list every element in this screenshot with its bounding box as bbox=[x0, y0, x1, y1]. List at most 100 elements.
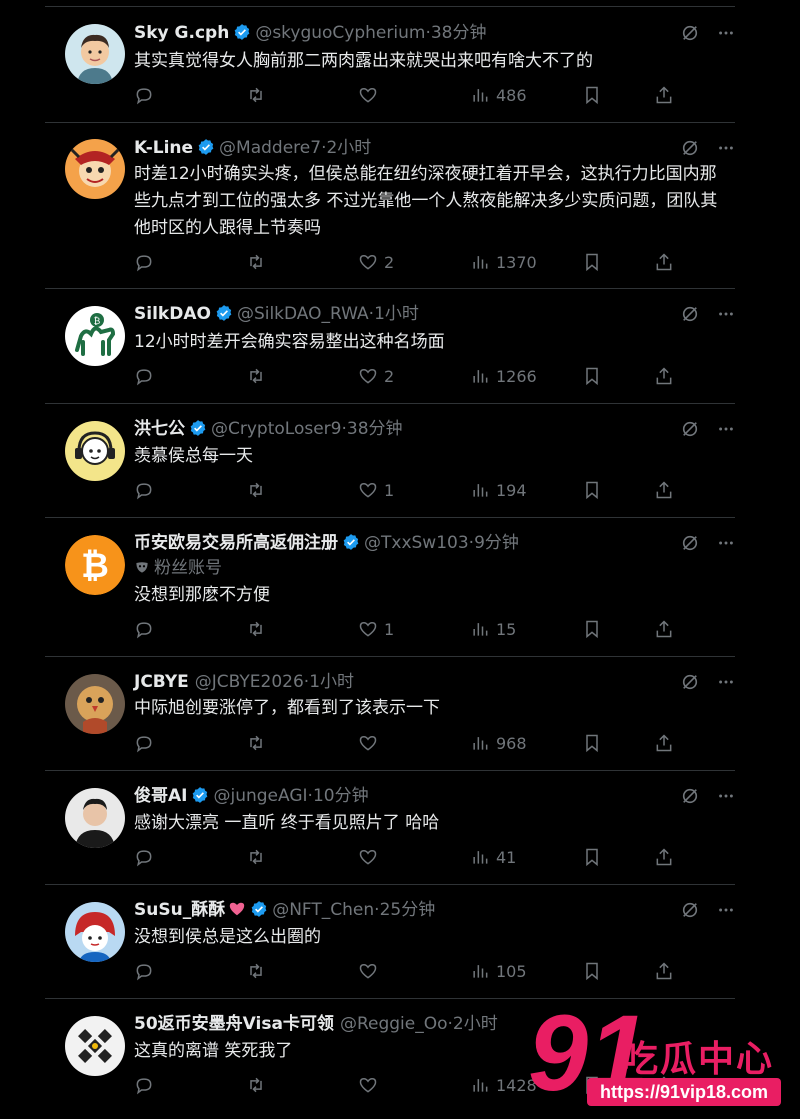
views-button[interactable]: 1370 bbox=[470, 249, 537, 275]
like-button[interactable] bbox=[358, 958, 384, 984]
retweet-button[interactable] bbox=[246, 82, 272, 108]
views-button[interactable]: 15 bbox=[470, 616, 516, 642]
share-button[interactable] bbox=[654, 82, 674, 108]
views-button[interactable]: 194 bbox=[470, 477, 527, 503]
bookmark-button[interactable] bbox=[582, 249, 602, 275]
tweet[interactable]: ₿ SilkDAO @SilkDAO_RWA·1小时 12小时时差开会确实容易整出… bbox=[45, 289, 735, 404]
handle[interactable]: @Maddere7 bbox=[219, 138, 321, 158]
avatar-bitcoin[interactable]: ₿ bbox=[65, 535, 125, 595]
timestamp[interactable]: 38分钟 bbox=[431, 23, 487, 43]
display-name[interactable]: 50返币安墨舟Visa卡可领 bbox=[134, 1014, 334, 1034]
reply-button[interactable] bbox=[134, 249, 160, 275]
tweet[interactable]: Sky G.cph @skyguoCypherium·38分钟 其实真觉得女人胸前… bbox=[45, 7, 735, 123]
tweet[interactable]: K-Line @Maddere7·2小时 时差12小时确实头疼，但侯总能在纽约深夜… bbox=[45, 123, 735, 289]
retweet-button[interactable] bbox=[246, 616, 272, 642]
display-name[interactable]: K-Line bbox=[134, 138, 193, 158]
handle[interactable]: @skyguoCypherium bbox=[255, 23, 425, 43]
avatar-binance[interactable] bbox=[65, 1016, 125, 1076]
display-name[interactable]: JCBYE bbox=[134, 672, 189, 692]
timestamp[interactable]: 38分钟 bbox=[347, 419, 403, 439]
retweet-button[interactable] bbox=[246, 844, 272, 870]
reply-button[interactable] bbox=[134, 82, 160, 108]
more-options-icon[interactable] bbox=[717, 420, 735, 438]
like-button[interactable]: 2 bbox=[358, 363, 394, 389]
retweet-button[interactable] bbox=[246, 363, 272, 389]
bookmark-button[interactable] bbox=[582, 477, 602, 503]
more-options-icon[interactable] bbox=[717, 139, 735, 157]
like-button[interactable]: 2 bbox=[358, 249, 394, 275]
display-name[interactable]: Sky G.cph bbox=[134, 23, 229, 43]
display-name[interactable]: 俊哥AI bbox=[134, 786, 187, 806]
retweet-button[interactable] bbox=[246, 1072, 272, 1098]
views-button[interactable]: 486 bbox=[470, 82, 527, 108]
tweet[interactable]: ₿ 币安欧易交易所高返佣注册 @TxxSw103·9分钟 粉丝账号 没想到那麽不方… bbox=[45, 518, 735, 657]
grok-icon[interactable] bbox=[681, 139, 699, 157]
like-button[interactable] bbox=[358, 730, 384, 756]
views-button[interactable]: 1428 bbox=[470, 1072, 537, 1098]
grok-icon[interactable] bbox=[681, 24, 699, 42]
bookmark-button[interactable] bbox=[582, 82, 602, 108]
views-button[interactable]: 968 bbox=[470, 730, 527, 756]
retweet-button[interactable] bbox=[246, 958, 272, 984]
avatar-headset[interactable] bbox=[65, 421, 125, 481]
avatar-bird[interactable] bbox=[65, 674, 125, 734]
bookmark-button[interactable] bbox=[582, 363, 602, 389]
retweet-button[interactable] bbox=[246, 249, 272, 275]
more-options-icon[interactable] bbox=[717, 787, 735, 805]
like-button[interactable]: 1 bbox=[358, 616, 394, 642]
share-button[interactable] bbox=[654, 249, 674, 275]
timestamp[interactable]: 10分钟 bbox=[313, 786, 369, 806]
more-options-icon[interactable] bbox=[717, 305, 735, 323]
share-button[interactable] bbox=[654, 363, 674, 389]
views-button[interactable]: 1266 bbox=[470, 363, 537, 389]
grok-icon[interactable] bbox=[681, 420, 699, 438]
avatar-camel[interactable]: ₿ bbox=[65, 306, 125, 366]
handle[interactable]: @jungeAGI bbox=[213, 786, 307, 806]
avatar-monkey-mask[interactable] bbox=[65, 139, 125, 199]
handle[interactable]: @JCBYE2026 bbox=[195, 672, 304, 692]
grok-icon[interactable] bbox=[681, 787, 699, 805]
display-name[interactable]: 洪七公 bbox=[134, 419, 185, 439]
tweet[interactable]: JCBYE @JCBYE2026·1小时 中际旭创要涨停了，都看到了该表示一下 9… bbox=[45, 657, 735, 771]
reply-button[interactable] bbox=[134, 1072, 160, 1098]
grok-icon[interactable] bbox=[681, 673, 699, 691]
timestamp[interactable]: 9分钟 bbox=[474, 533, 519, 553]
reply-button[interactable] bbox=[134, 730, 160, 756]
handle[interactable]: @TxxSw103 bbox=[364, 533, 469, 553]
grok-icon[interactable] bbox=[681, 305, 699, 323]
avatar-cartoon-girl[interactable] bbox=[65, 902, 125, 962]
handle[interactable]: @SilkDAO_RWA bbox=[237, 304, 369, 324]
like-button[interactable] bbox=[358, 1072, 384, 1098]
reply-button[interactable] bbox=[134, 363, 160, 389]
reply-button[interactable] bbox=[134, 616, 160, 642]
grok-icon[interactable] bbox=[681, 901, 699, 919]
handle[interactable]: @CryptoLoser9 bbox=[211, 419, 341, 439]
avatar-cartoon-man[interactable] bbox=[65, 24, 125, 84]
tweet[interactable]: SuSu_酥酥 @NFT_Chen·25分钟 没想到侯总是这么出圈的 105 bbox=[45, 885, 735, 999]
bookmark-button[interactable] bbox=[582, 730, 602, 756]
grok-icon[interactable] bbox=[681, 534, 699, 552]
bookmark-button[interactable] bbox=[582, 958, 602, 984]
reply-button[interactable] bbox=[134, 844, 160, 870]
reply-button[interactable] bbox=[134, 477, 160, 503]
retweet-button[interactable] bbox=[246, 477, 272, 503]
retweet-button[interactable] bbox=[246, 730, 272, 756]
like-button[interactable]: 1 bbox=[358, 477, 394, 503]
share-button[interactable] bbox=[654, 958, 674, 984]
like-button[interactable] bbox=[358, 82, 384, 108]
timestamp[interactable]: 1小时 bbox=[309, 672, 354, 692]
timestamp[interactable]: 1小时 bbox=[374, 304, 419, 324]
share-button[interactable] bbox=[654, 616, 674, 642]
display-name[interactable]: 币安欧易交易所高返佣注册 bbox=[134, 533, 338, 553]
timestamp[interactable]: 2小时 bbox=[326, 138, 371, 158]
more-options-icon[interactable] bbox=[717, 24, 735, 42]
reply-button[interactable] bbox=[134, 958, 160, 984]
views-button[interactable]: 41 bbox=[470, 844, 516, 870]
avatar-man-photo[interactable] bbox=[65, 788, 125, 848]
share-button[interactable] bbox=[654, 844, 674, 870]
share-button[interactable] bbox=[654, 477, 674, 503]
more-options-icon[interactable] bbox=[717, 901, 735, 919]
timestamp[interactable]: 25分钟 bbox=[380, 900, 436, 920]
more-options-icon[interactable] bbox=[717, 534, 735, 552]
more-options-icon[interactable] bbox=[717, 673, 735, 691]
